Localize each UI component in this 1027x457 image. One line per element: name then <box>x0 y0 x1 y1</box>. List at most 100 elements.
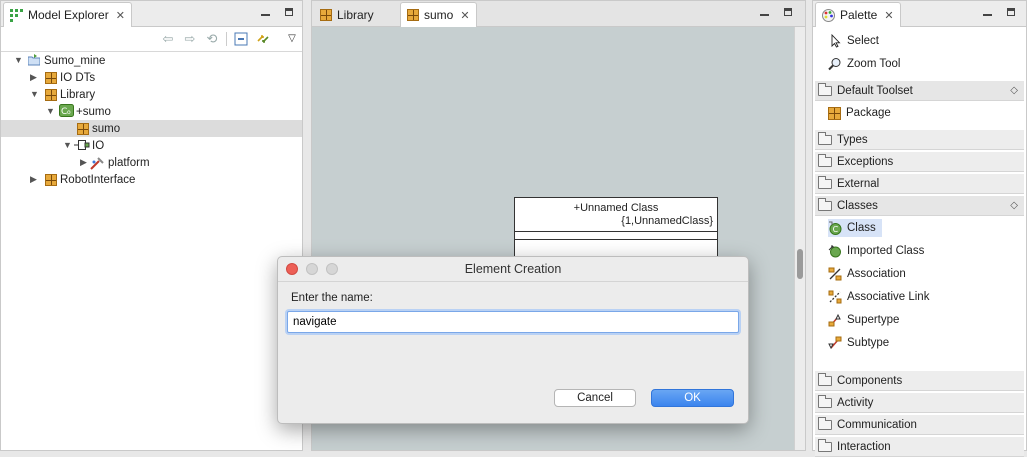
tab-palette[interactable]: Palette ✕ <box>815 2 901 27</box>
tree-row[interactable]: ▼ Co +sumo <box>1 103 302 120</box>
supertype-icon <box>828 313 841 327</box>
pin-drawer-icon[interactable]: ◇ <box>1010 200 1018 211</box>
minimize-icon <box>759 14 769 16</box>
drawer-label: Types <box>837 133 868 146</box>
tree-label: sumo <box>92 122 121 135</box>
uml-class-name: +Unnamed Class <box>573 202 659 214</box>
package-icon <box>45 72 57 84</box>
tree-label: +sumo <box>76 105 111 118</box>
subtype-icon <box>828 336 842 350</box>
expand-triangle-icon[interactable]: ▼ <box>30 90 39 99</box>
class-icon: C <box>829 221 842 235</box>
tree-row[interactable]: ▼ Library <box>1 86 302 103</box>
drawer-interaction[interactable]: Interaction <box>815 437 1024 457</box>
palette-item-associative-link[interactable]: Associative Link <box>828 288 929 306</box>
tab-palette-label: Palette <box>840 8 878 22</box>
palette-item-imported-class[interactable]: Imported Class <box>828 242 924 260</box>
drawer-classes[interactable]: Classes ◇ <box>815 196 1024 216</box>
drawer-label: Communication <box>837 418 917 431</box>
ok-button[interactable]: OK <box>651 389 734 407</box>
collapse-triangle-icon[interactable]: ▶ <box>30 175 38 184</box>
minimize-window-button[interactable] <box>306 263 318 275</box>
drawer-default-toolset[interactable]: Default Toolset ◇ <box>815 81 1024 101</box>
folder-icon <box>818 372 832 386</box>
palette-tool-select[interactable]: Select <box>828 32 879 50</box>
svg-text:o: o <box>67 109 71 116</box>
maximize-button[interactable] <box>283 6 295 18</box>
palette-item-class[interactable]: C Class <box>828 219 882 237</box>
maximize-icon <box>1007 8 1015 16</box>
palette-item-label: Association <box>847 268 906 280</box>
maximize-button[interactable] <box>782 6 794 18</box>
expand-triangle-icon[interactable]: ▼ <box>46 107 55 116</box>
drawer-label: External <box>837 177 880 190</box>
drawer-components[interactable]: Components <box>815 371 1024 391</box>
palette-tool-label: Select <box>847 35 879 47</box>
pin-drawer-icon[interactable]: ◇ <box>1010 85 1018 96</box>
minimize-button[interactable] <box>259 6 271 18</box>
maximize-icon <box>285 8 293 16</box>
drawer-exceptions[interactable]: Exceptions <box>815 152 1024 172</box>
tree-row[interactable]: ▼ IO <box>1 137 302 154</box>
tool-icon <box>90 157 104 170</box>
drawer-types[interactable]: Types <box>815 130 1024 150</box>
expand-triangle-icon[interactable]: ▼ <box>63 141 72 150</box>
palette-item-package[interactable]: Package <box>828 104 891 122</box>
drawer-external[interactable]: External <box>815 174 1024 194</box>
minimize-button[interactable] <box>758 6 770 18</box>
minimize-button[interactable] <box>981 6 993 18</box>
maximize-button[interactable] <box>1005 6 1017 18</box>
uml-class-divider <box>515 239 717 240</box>
palette-tabbar: Palette ✕ <box>813 1 1026 27</box>
palette-item-subtype[interactable]: Subtype <box>828 334 889 352</box>
scrollbar-thumb[interactable] <box>797 249 803 279</box>
dialog-title: Element Creation <box>278 257 748 282</box>
tree-label: platform <box>108 156 150 169</box>
folder-icon <box>818 394 832 408</box>
tab-sumo[interactable]: sumo ✕ <box>400 2 477 27</box>
palette-item-label: Subtype <box>847 337 890 349</box>
home-icon[interactable]: ⟲ <box>205 32 219 46</box>
forward-arrow-icon[interactable]: ⇨ <box>183 32 197 46</box>
drawer-activity[interactable]: Activity <box>815 393 1024 413</box>
drawer-label: Exceptions <box>837 155 894 168</box>
tab-model-explorer[interactable]: Model Explorer ✕ <box>3 2 132 27</box>
zoom-window-button[interactable] <box>326 263 338 275</box>
cancel-button[interactable]: Cancel <box>554 389 636 407</box>
expand-triangle-icon[interactable]: ▼ <box>14 56 23 65</box>
collapse-triangle-icon[interactable]: ▶ <box>80 158 88 167</box>
close-icon[interactable]: ✕ <box>884 9 893 22</box>
close-icon[interactable]: ✕ <box>460 9 469 22</box>
back-arrow-icon[interactable]: ⇦ <box>161 32 175 46</box>
folder-icon <box>818 153 832 167</box>
close-window-button[interactable] <box>286 263 298 275</box>
tab-model-explorer-label: Model Explorer <box>28 8 109 22</box>
name-prompt-label: Enter the name: <box>291 292 373 304</box>
tab-sumo-label: sumo <box>424 8 454 22</box>
tab-library[interactable]: Library <box>314 2 380 27</box>
package-icon <box>45 89 57 101</box>
link-with-editor-icon[interactable] <box>256 32 270 46</box>
palette-item-supertype[interactable]: Supertype <box>828 311 899 329</box>
tree-row[interactable]: ▶ platform <box>1 154 302 171</box>
tree-row[interactable]: ▼ Sumo_mine <box>1 52 302 69</box>
palette-item-association[interactable]: Association <box>828 265 906 283</box>
tree-row[interactable]: ▶ RobotInterface <box>1 171 302 188</box>
folder-open-icon <box>818 82 832 96</box>
palette-tool-zoom[interactable]: Zoom Tool <box>828 55 900 73</box>
collapse-triangle-icon[interactable]: ▶ <box>30 73 38 82</box>
close-icon[interactable]: ✕ <box>116 9 125 22</box>
palette-icon <box>822 8 835 22</box>
class-icon: Co <box>59 104 74 117</box>
maximize-icon <box>784 8 792 16</box>
associative-link-icon <box>828 290 842 304</box>
vertical-scrollbar[interactable] <box>794 27 805 450</box>
drawer-label: Components <box>837 374 903 387</box>
view-menu-chevron-down-icon[interactable]: ▽ <box>285 32 299 46</box>
collapse-all-icon[interactable] <box>234 32 248 46</box>
drawer-communication[interactable]: Communication <box>815 415 1024 435</box>
tree-row-selected[interactable]: sumo <box>1 120 302 137</box>
palette-item-label: Package <box>846 107 891 119</box>
tree-row[interactable]: ▶ IO DTs <box>1 69 302 86</box>
name-input[interactable] <box>287 311 739 333</box>
